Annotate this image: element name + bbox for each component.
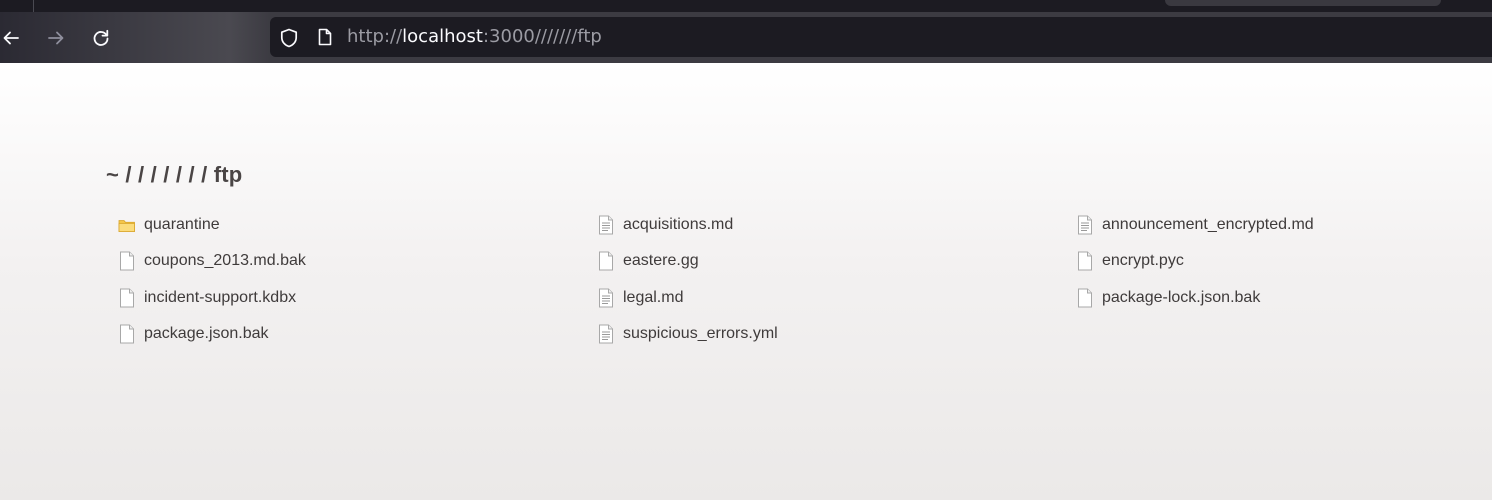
browser-toolbar: http://localhost:3000///////ftp	[0, 12, 1492, 63]
file-name-link[interactable]: quarantine	[144, 216, 220, 234]
file-item[interactable]: package-lock.json.bak	[1076, 286, 1492, 310]
arrow-left-icon	[3, 31, 19, 45]
tab[interactable]	[1165, 0, 1441, 6]
folder-icon	[118, 215, 136, 235]
file-list: quarantine acquisitions.md announcement_en…	[118, 213, 1492, 358]
file-name-link[interactable]: encrypt.pyc	[1102, 252, 1184, 270]
text-file-icon	[597, 324, 615, 344]
url-path: :3000///////ftp	[482, 26, 602, 47]
page-icon[interactable]	[315, 27, 335, 52]
file-name-link[interactable]: coupons_2013.md.bak	[144, 252, 306, 270]
directory-listing-page: ~ / / / / / / / ftp quarantine acquisitio…	[0, 63, 1492, 500]
file-item[interactable]: coupons_2013.md.bak	[118, 249, 597, 273]
file-icon	[1076, 288, 1094, 308]
text-file-icon	[597, 288, 615, 308]
file-icon	[118, 324, 136, 344]
shield-icon[interactable]	[278, 27, 300, 54]
file-name-link[interactable]: eastere.gg	[623, 252, 699, 270]
file-item[interactable]: suspicious_errors.yml	[597, 322, 1076, 346]
file-item[interactable]: eastere.gg	[597, 249, 1076, 273]
file-icon	[118, 288, 136, 308]
file-item[interactable]: quarantine	[118, 213, 597, 237]
file-item[interactable]: legal.md	[597, 286, 1076, 310]
url-scheme: http://	[347, 26, 403, 47]
tab-strip	[0, 0, 1492, 12]
file-name-link[interactable]: package-lock.json.bak	[1102, 289, 1260, 307]
file-item[interactable]: announcement_encrypted.md	[1076, 213, 1492, 237]
text-file-icon	[597, 215, 615, 235]
file-icon	[118, 251, 136, 271]
file-icon	[597, 251, 615, 271]
url-text[interactable]: http://localhost:3000///////ftp	[347, 27, 602, 47]
file-icon	[1076, 251, 1094, 271]
file-item[interactable]: incident-support.kdbx	[118, 286, 597, 310]
file-name-link[interactable]: legal.md	[623, 289, 683, 307]
file-name-link[interactable]: package.json.bak	[144, 325, 269, 343]
reload-button[interactable]	[87, 24, 115, 52]
file-name-link[interactable]: suspicious_errors.yml	[623, 325, 778, 343]
file-item[interactable]: package.json.bak	[118, 322, 597, 346]
url-host: localhost	[402, 26, 483, 47]
back-button[interactable]	[0, 24, 25, 52]
file-name-link[interactable]: incident-support.kdbx	[144, 289, 296, 307]
forward-button[interactable]	[42, 24, 70, 52]
reload-icon	[93, 29, 109, 46]
file-item[interactable]: acquisitions.md	[597, 213, 1076, 237]
file-name-link[interactable]: acquisitions.md	[623, 216, 733, 234]
text-file-icon	[1076, 215, 1094, 235]
address-bar[interactable]: http://localhost:3000///////ftp	[270, 17, 1492, 57]
arrow-right-icon	[48, 31, 64, 45]
file-name-link[interactable]: announcement_encrypted.md	[1102, 216, 1314, 234]
tab-divider	[33, 0, 34, 12]
file-item[interactable]: encrypt.pyc	[1076, 249, 1492, 273]
breadcrumb: ~ / / / / / / / ftp	[106, 162, 243, 187]
